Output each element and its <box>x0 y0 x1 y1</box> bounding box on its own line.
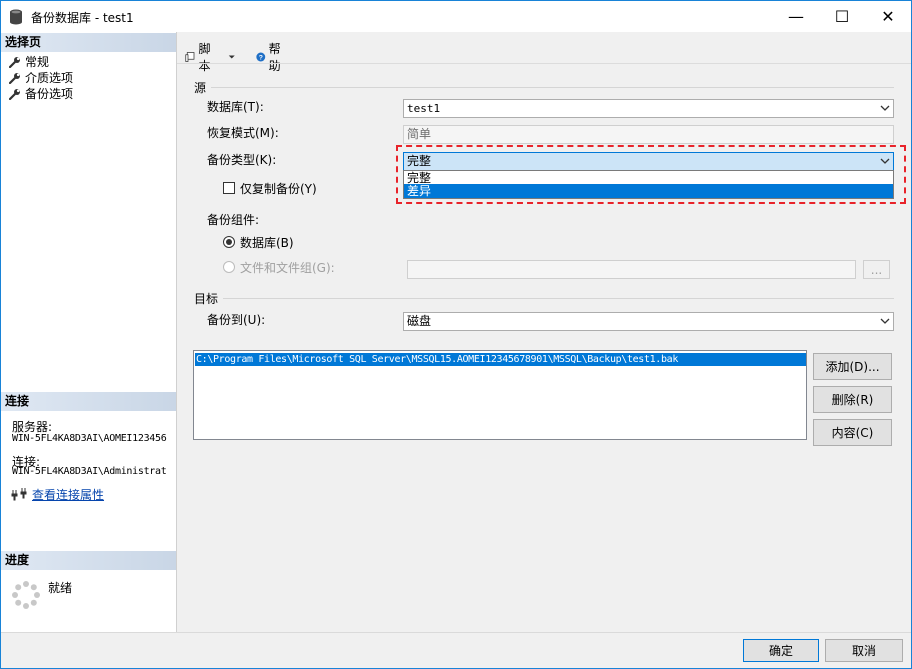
script-label: 脚本 <box>198 42 211 73</box>
page-item-label: 常规 <box>25 55 50 69</box>
connection-header: 连接 <box>1 392 176 411</box>
server-value: WIN-5FL4KA8D3AI\AOMEI123456 <box>12 433 167 444</box>
backup-component-label: 备份组件: <box>207 213 260 227</box>
database-icon <box>10 9 22 25</box>
page-item-label: 备份选项 <box>25 87 74 101</box>
page-item-general[interactable]: 常规 <box>9 54 49 70</box>
add-destination-button[interactable]: 添加(D)... <box>813 353 892 380</box>
connection-plug-icon <box>11 488 27 501</box>
progress-spinner-icon <box>12 581 40 609</box>
files-filegroups-field <box>407 260 856 279</box>
progress-header: 进度 <box>1 551 176 570</box>
help-label: 帮助 <box>268 42 281 73</box>
chevron-down-icon[interactable] <box>228 53 236 61</box>
page-item-media-options[interactable]: 介质选项 <box>9 70 73 86</box>
connection-value: WIN-5FL4KA8D3AI\Administrat <box>12 466 167 477</box>
recovery-model-field: 简单 <box>403 125 894 144</box>
contents-button[interactable]: 内容(C) <box>813 419 892 446</box>
backup-database-dialog: 备份数据库 - test1 — ☐ ✕ 选择页 常规 介质选项 备份选项 连接 … <box>0 0 912 669</box>
page-item-label: 介质选项 <box>25 71 74 85</box>
view-connection-properties-link[interactable]: 查看连接属性 <box>32 486 104 503</box>
select-page-header: 选择页 <box>1 33 176 52</box>
help-icon: ? <box>256 52 266 62</box>
component-database-radio[interactable] <box>223 236 235 248</box>
minimize-button[interactable]: — <box>773 1 819 32</box>
svg-text:?: ? <box>259 55 263 62</box>
component-files-label: 文件和文件组(G): <box>240 261 335 275</box>
left-pane: 选择页 常规 介质选项 备份选项 连接 服务器: WIN-5FL4KA8D3AI… <box>1 32 177 632</box>
database-select-value: test1 <box>407 102 441 115</box>
destination-group-label: 目标 <box>194 292 219 306</box>
component-database-label: 数据库(B) <box>240 236 294 250</box>
toolbar-separator <box>177 63 911 64</box>
script-button[interactable]: 脚本 <box>185 40 235 74</box>
script-icon <box>185 52 195 62</box>
page-item-backup-options[interactable]: 备份选项 <box>9 86 73 102</box>
wrench-icon <box>9 89 20 100</box>
source-group-label: 源 <box>194 81 207 95</box>
ok-button[interactable]: 确定 <box>743 639 819 662</box>
copy-only-label: 仅复制备份(Y) <box>240 182 317 196</box>
cancel-button[interactable]: 取消 <box>825 639 903 662</box>
component-files-radio[interactable] <box>223 261 235 273</box>
wrench-icon <box>9 57 20 68</box>
close-button[interactable]: ✕ <box>865 1 911 32</box>
database-select[interactable]: test1 <box>403 99 894 118</box>
destination-group-divider <box>223 298 894 299</box>
backup-to-select-value: 磁盘 <box>407 314 432 328</box>
highlight-annotation <box>396 145 906 204</box>
right-pane <box>177 32 911 632</box>
files-browse-button[interactable]: ... <box>863 260 890 279</box>
backup-type-label: 备份类型(K): <box>207 153 277 167</box>
remove-destination-button[interactable]: 删除(R) <box>813 386 892 413</box>
database-label: 数据库(T): <box>207 100 264 114</box>
list-item[interactable]: C:\Program Files\Microsoft SQL Server\MS… <box>195 353 806 366</box>
window-title: 备份数据库 - test1 <box>31 11 134 25</box>
wrench-icon <box>9 73 20 84</box>
backup-to-select[interactable]: 磁盘 <box>403 312 894 331</box>
maximize-button[interactable]: ☐ <box>819 1 865 32</box>
recovery-model-label: 恢复模式(M): <box>207 126 279 140</box>
source-group-divider <box>211 87 894 88</box>
help-button[interactable]: ? 帮助 <box>256 40 285 74</box>
title-bar: 备份数据库 - test1 — ☐ ✕ <box>1 1 911 32</box>
progress-status: 就绪 <box>48 581 73 595</box>
backup-destination-list[interactable]: C:\Program Files\Microsoft SQL Server\MS… <box>193 350 807 440</box>
chevron-down-icon <box>880 105 890 111</box>
chevron-down-icon <box>880 318 890 324</box>
copy-only-checkbox[interactable] <box>223 182 235 194</box>
backup-to-label: 备份到(U): <box>207 313 266 327</box>
